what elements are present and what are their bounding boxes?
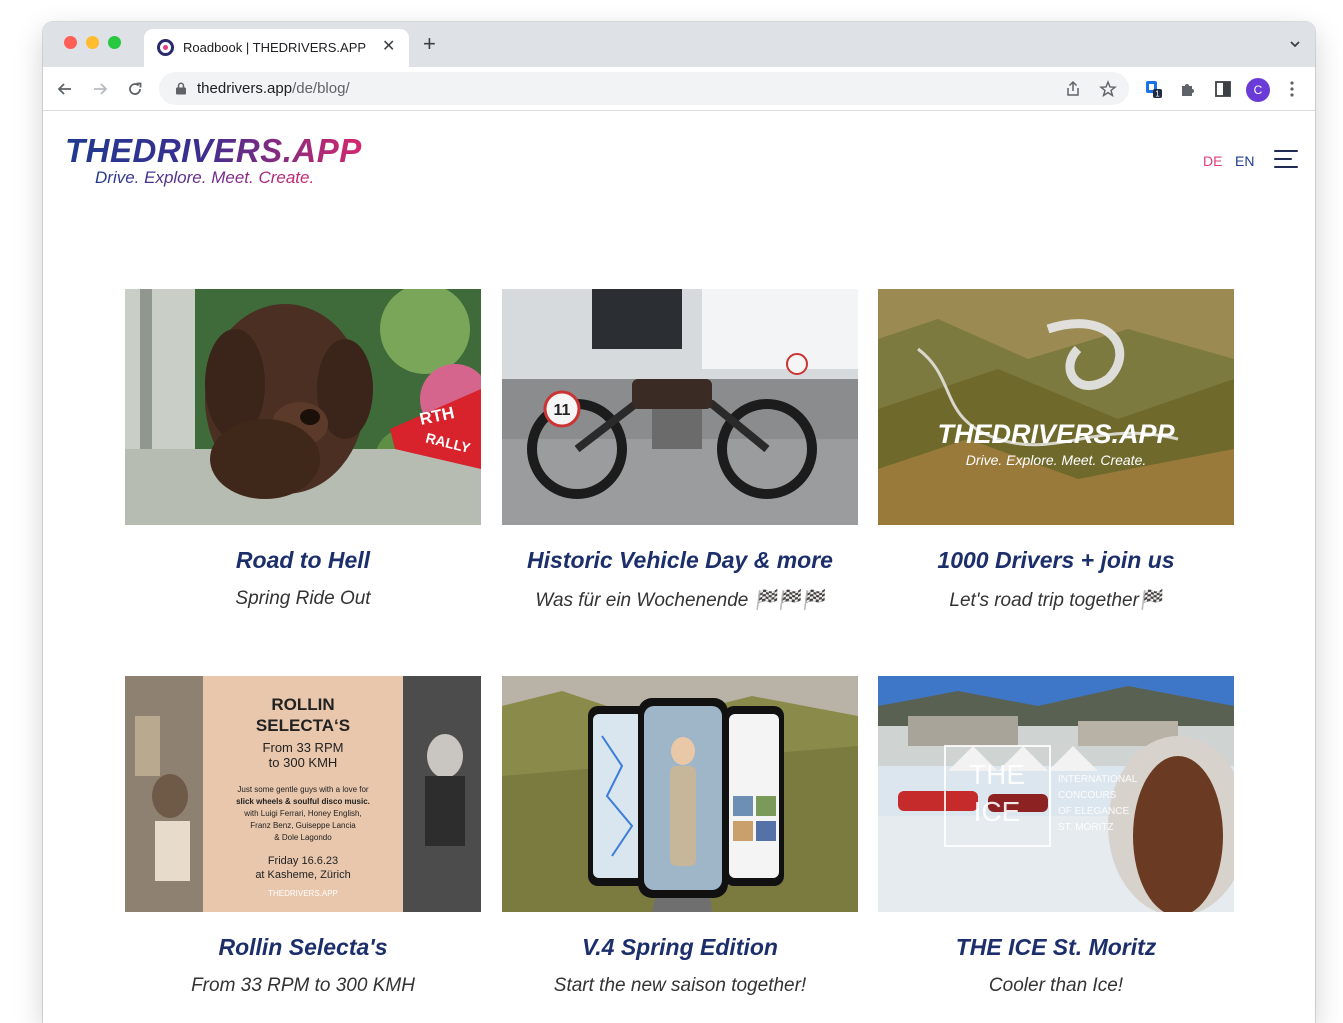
site-favicon-icon xyxy=(157,39,174,56)
minimize-window-button[interactable] xyxy=(86,36,99,49)
forward-arrow-icon[interactable] xyxy=(90,79,110,99)
st-moritz-event-image[interactable]: THE ICE INTERNATIONAL CONCOURS OF ELEGAN… xyxy=(878,676,1234,912)
image-overlay-text: INTERNATIONAL xyxy=(1058,774,1138,785)
back-arrow-icon[interactable] xyxy=(55,79,75,99)
image-overlay-text: THE xyxy=(969,759,1025,790)
chevron-down-icon[interactable] xyxy=(1287,36,1303,52)
image-overlay-text: ICE xyxy=(974,796,1021,827)
poster-line: with Luigi Ferrari, Honey English, xyxy=(243,809,361,818)
poster-line: Franz Benz, Guiseppe Lancia xyxy=(250,821,356,830)
site-tagline: Drive. Explore. Meet. Create. xyxy=(95,168,315,187)
share-icon[interactable] xyxy=(1064,80,1082,98)
extension-badge: 1 xyxy=(1155,90,1160,99)
card-title[interactable]: THE ICE St. Moritz xyxy=(878,934,1234,961)
language-de-link[interactable]: DE xyxy=(1203,153,1222,169)
svg-text:SELECTA‘S: SELECTA‘S xyxy=(256,716,350,735)
poster-line: From 33 RPM xyxy=(263,740,344,755)
bookmark-star-icon[interactable] xyxy=(1099,80,1117,98)
card-title[interactable]: Road to Hell xyxy=(125,547,481,574)
url-path: /de/blog/ xyxy=(292,80,350,97)
card-subtitle: Let's road trip together🏁 xyxy=(949,590,1163,611)
browser-toolbar: thedrivers.app/de/blog/ 1 C xyxy=(43,67,1315,111)
card-subtitle: From 33 RPM to 300 KMH xyxy=(191,975,415,996)
race-number-text: 11 xyxy=(554,402,571,419)
reload-icon[interactable] xyxy=(125,79,145,99)
card-subtitle: Spring Ride Out xyxy=(235,588,371,609)
vintage-motorcycle-image[interactable]: 11 xyxy=(502,289,858,525)
card-title[interactable]: Historic Vehicle Day & more xyxy=(502,547,858,574)
poster-collage-image[interactable]: ROLLIN SELECTA‘S From 33 RPM to 300 KMH … xyxy=(125,676,481,912)
address-bar[interactable]: thedrivers.app/de/blog/ xyxy=(159,72,1129,105)
browser-tab-active[interactable]: Roadbook | THEDRIVERS.APP ✕ xyxy=(144,29,409,67)
phones-app-image[interactable] xyxy=(502,676,858,912)
card-subtitle: Start the new saison together! xyxy=(553,975,807,996)
more-menu-icon[interactable] xyxy=(1289,79,1295,99)
card-title[interactable]: Rollin Selecta's xyxy=(125,934,481,961)
extension-icon[interactable]: 1 xyxy=(1144,79,1164,99)
lock-icon[interactable] xyxy=(175,82,187,95)
image-overlay-text: OF ELEGANCE xyxy=(1058,806,1129,817)
poster-line: Friday 16.6.23 xyxy=(268,855,338,867)
web-page: THEDRIVERS.APP Drive. Explore. Meet. Cre… xyxy=(43,112,1315,1023)
browser-window: Roadbook | THEDRIVERS.APP ✕ + thedrivers… xyxy=(43,22,1315,1023)
card-title[interactable]: 1000 Drivers + join us xyxy=(878,547,1234,574)
poster-line: slick wheels & soulful disco music. xyxy=(236,797,370,806)
tab-title: Roadbook | THEDRIVERS.APP xyxy=(183,40,367,55)
url-text[interactable]: thedrivers.app/de/blog/ xyxy=(197,80,350,97)
maximize-window-button[interactable] xyxy=(108,36,121,49)
poster-line: Just some gentle guys with a love for xyxy=(237,785,369,794)
svg-text:ROLLIN: ROLLIN xyxy=(271,695,334,714)
card-title[interactable]: V.4 Spring Edition xyxy=(502,934,858,961)
tab-strip: Roadbook | THEDRIVERS.APP ✕ + xyxy=(43,22,1315,67)
url-host: thedrivers.app xyxy=(197,80,293,97)
mountain-road-image[interactable]: THEDRIVERS.APP Drive. Explore. Meet. Cre… xyxy=(878,289,1234,525)
image-tagline-text: Drive. Explore. Meet. Create. xyxy=(966,452,1147,468)
side-panel-icon[interactable] xyxy=(1213,79,1233,99)
poster-line: at Kasheme, Zürich xyxy=(255,869,350,881)
dog-rally-image[interactable]: RTH RALLY xyxy=(125,289,481,525)
image-overlay-text: ST. MORITZ xyxy=(1058,822,1114,833)
language-en-link[interactable]: EN xyxy=(1235,153,1254,169)
site-logo[interactable]: THEDRIVERS.APP xyxy=(65,132,362,170)
card-subtitle: Was für ein Wochenende 🏁🏁🏁 xyxy=(535,590,825,611)
card-subtitle: Cooler than Ice! xyxy=(988,975,1124,996)
profile-avatar[interactable]: C xyxy=(1246,78,1270,102)
poster-line: & Dole Lagondo xyxy=(274,833,332,842)
puzzle-extensions-icon[interactable] xyxy=(1178,79,1198,99)
poster-line: THEDRIVERS.APP xyxy=(268,889,338,898)
image-overlay-text: CONCOURS xyxy=(1058,790,1117,801)
close-window-button[interactable] xyxy=(64,36,77,49)
tab-close-icon[interactable]: ✕ xyxy=(382,37,395,57)
new-tab-icon[interactable]: + xyxy=(423,32,436,56)
hamburger-menu-icon[interactable] xyxy=(1274,148,1298,170)
image-logo-text: THEDRIVERS.APP xyxy=(937,419,1175,449)
poster-line: to 300 KMH xyxy=(269,755,338,770)
